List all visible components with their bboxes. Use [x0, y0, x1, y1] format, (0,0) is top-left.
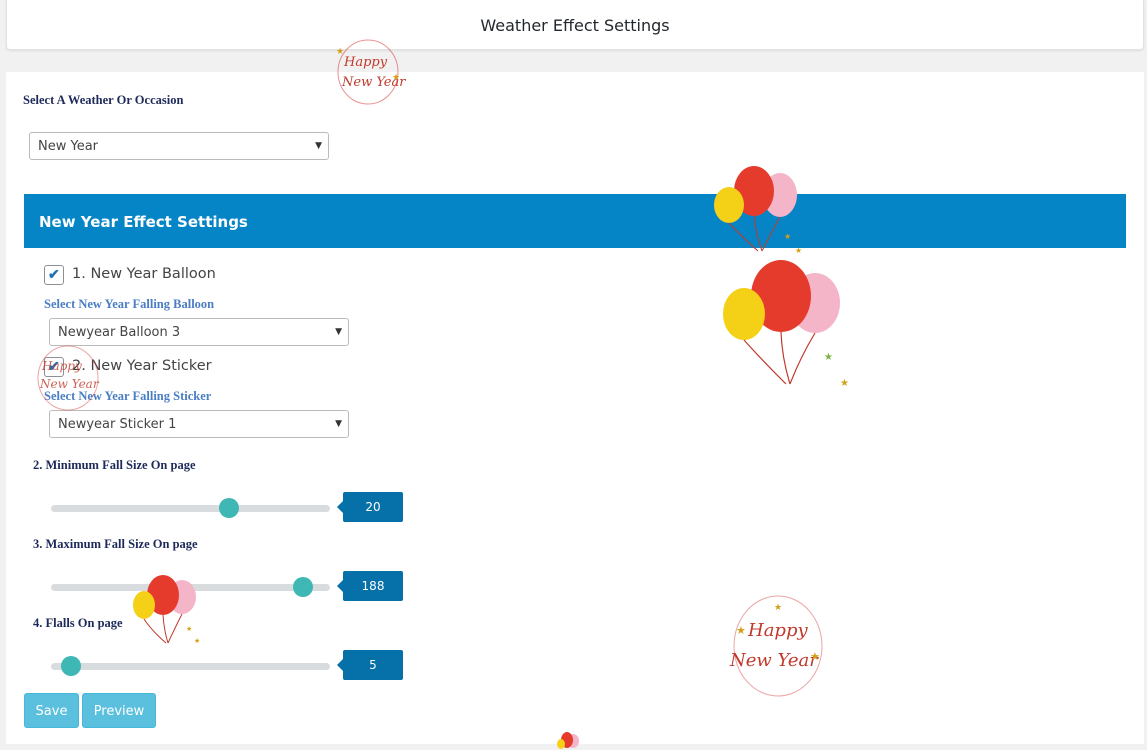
balloon-checkbox[interactable]: ✔ [44, 265, 64, 285]
falls-label: 4. Flalls On page [33, 616, 123, 630]
page-title: Weather Effect Settings [480, 16, 670, 35]
max-size-value: 188 [337, 571, 403, 601]
section-title: New Year Effect Settings [39, 213, 248, 231]
preview-button[interactable]: Preview [82, 693, 156, 728]
balloon-select[interactable]: Newyear Balloon 3 ▼ [49, 318, 349, 346]
balloon-select-value: Newyear Balloon 3 [58, 325, 181, 340]
falls-slider-thumb[interactable] [61, 656, 81, 676]
chevron-down-icon: ▼ [335, 419, 342, 429]
header-card: Weather Effect Settings [6, 0, 1144, 50]
sticker-select[interactable]: Newyear Sticker 1 ▼ [49, 410, 349, 438]
svg-text:Happy: Happy [343, 55, 388, 70]
occasion-select[interactable]: New Year ▼ [29, 132, 329, 160]
falls-slider-track[interactable] [51, 663, 330, 670]
max-size-slider-track[interactable] [51, 584, 330, 591]
checkmark-icon: ✔ [48, 266, 60, 282]
sticker-select-value: Newyear Sticker 1 [58, 417, 177, 432]
occasion-label: Select A Weather Or Occasion [23, 93, 184, 107]
balloon-select-label: Select New Year Falling Balloon [44, 297, 215, 311]
max-size-slider-thumb[interactable] [293, 577, 313, 597]
sticker-select-label: Select New Year Falling Sticker [44, 389, 212, 403]
min-size-label: 2. Minimum Fall Size On page [33, 458, 196, 472]
chevron-down-icon: ▼ [315, 141, 322, 151]
save-button[interactable]: Save [24, 693, 79, 728]
section-banner: New Year Effect Settings [24, 194, 1126, 248]
falls-value: 5 [337, 650, 403, 680]
balloon-checkbox-label: 1. New Year Balloon [72, 266, 216, 282]
settings-panel [6, 72, 1144, 744]
min-size-slider-track[interactable] [51, 505, 330, 512]
max-size-label: 3. Maximum Fall Size On page [33, 537, 198, 551]
chevron-down-icon: ▼ [335, 327, 342, 337]
checkmark-icon: ✔ [48, 358, 60, 374]
occasion-select-value: New Year [38, 139, 99, 154]
min-size-slider-thumb[interactable] [219, 498, 239, 518]
min-size-value: 20 [337, 492, 403, 522]
sticker-checkbox[interactable]: ✔ [44, 357, 64, 377]
sticker-checkbox-label: 2. New Year Sticker [72, 358, 212, 374]
